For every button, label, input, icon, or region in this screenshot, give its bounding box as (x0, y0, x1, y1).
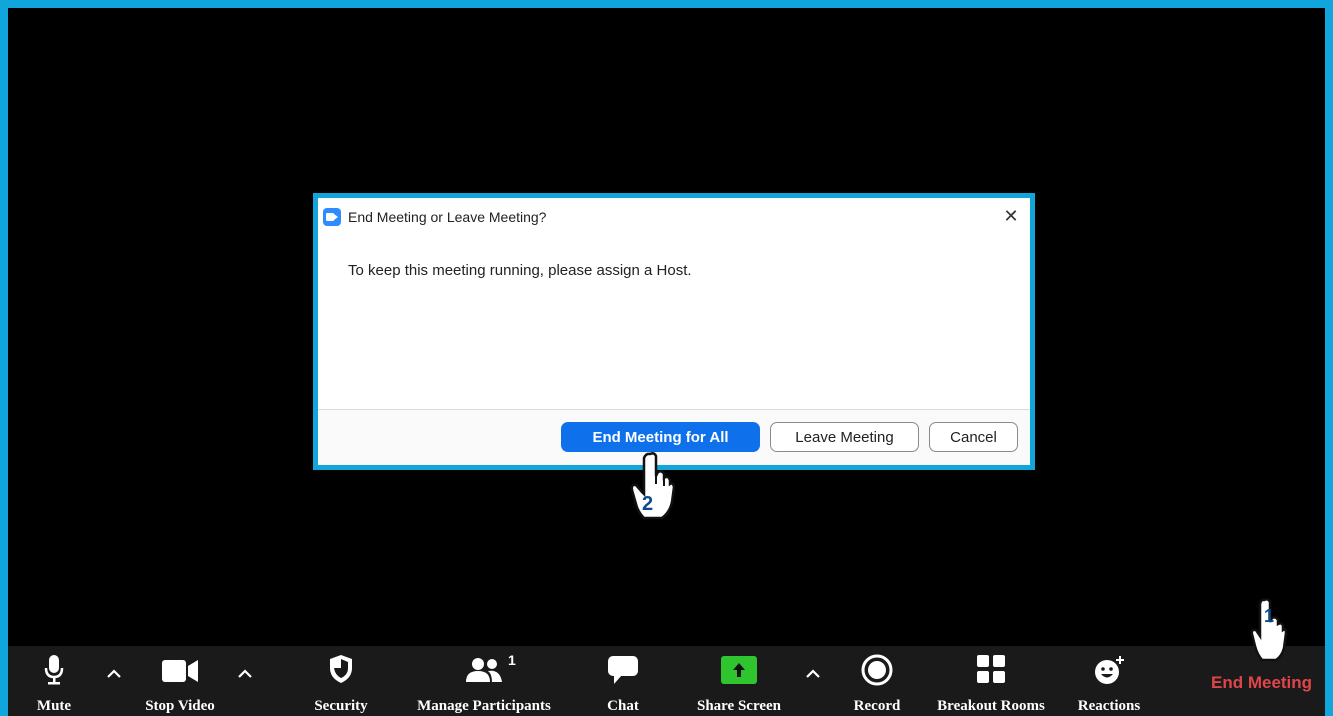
reactions-icon (1095, 656, 1124, 684)
chat-bubble-icon (608, 656, 638, 684)
chevron-up-icon (238, 669, 252, 678)
video-options-caret[interactable] (235, 664, 255, 684)
cancel-button[interactable]: Cancel (929, 422, 1018, 452)
mute-label: Mute (36, 698, 72, 714)
share-screen-icon (721, 656, 757, 684)
dialog-title: End Meeting or Leave Meeting? (348, 209, 547, 225)
record-label: Record (853, 698, 901, 714)
record-button[interactable]: Record (841, 646, 913, 716)
stop-video-label: Stop Video (145, 698, 215, 714)
record-icon (861, 654, 893, 686)
hand-pointer-icon: 2 (630, 452, 676, 520)
audio-options-caret[interactable] (104, 664, 124, 684)
share-options-caret[interactable] (803, 664, 823, 684)
manage-participants-label: Manage Participants (417, 698, 551, 714)
step-2-label: 2 (642, 493, 653, 515)
chevron-up-icon (806, 669, 820, 678)
participants-icon (466, 658, 502, 682)
close-icon[interactable]: ✕ (1000, 205, 1022, 227)
end-meeting-for-all-button[interactable]: End Meeting for All (561, 422, 760, 452)
manage-participants-button[interactable]: 1 Manage Participants (404, 646, 564, 716)
chat-button[interactable]: Chat (593, 646, 653, 716)
reactions-label: Reactions (1077, 698, 1141, 714)
chat-label: Chat (607, 698, 639, 714)
security-button[interactable]: Security (303, 646, 379, 716)
share-screen-label: Share Screen (696, 698, 782, 714)
security-label: Security (314, 698, 368, 714)
leave-meeting-button[interactable]: Leave Meeting (770, 422, 919, 452)
share-screen-button[interactable]: Share Screen (684, 646, 794, 716)
zoom-app-icon (323, 208, 341, 226)
chevron-up-icon (107, 669, 121, 678)
breakout-rooms-label: Breakout Rooms (937, 698, 1045, 714)
stop-video-button[interactable]: Stop Video (132, 646, 228, 716)
end-meeting-button[interactable]: End Meeting (1211, 673, 1312, 693)
breakout-rooms-icon (977, 655, 1005, 683)
end-meeting-dialog: End Meeting or Leave Meeting? ✕ To keep … (313, 193, 1035, 470)
dialog-titlebar: End Meeting or Leave Meeting? ✕ (318, 198, 1030, 236)
meeting-toolbar: Mute Stop Video Security 1 Manage Partic… (8, 646, 1325, 716)
shield-icon (330, 655, 352, 683)
dialog-message: To keep this meeting running, please ass… (348, 262, 692, 279)
hand-pointer-icon: 1 (1250, 598, 1288, 662)
breakout-rooms-button[interactable]: Breakout Rooms (926, 646, 1056, 716)
participant-count: 1 (508, 652, 516, 668)
microphone-icon (44, 655, 64, 685)
step-1-label: 1 (1264, 606, 1274, 626)
video-camera-icon (162, 660, 198, 682)
reactions-button[interactable]: Reactions (1065, 646, 1153, 716)
mute-button[interactable]: Mute (26, 646, 82, 716)
